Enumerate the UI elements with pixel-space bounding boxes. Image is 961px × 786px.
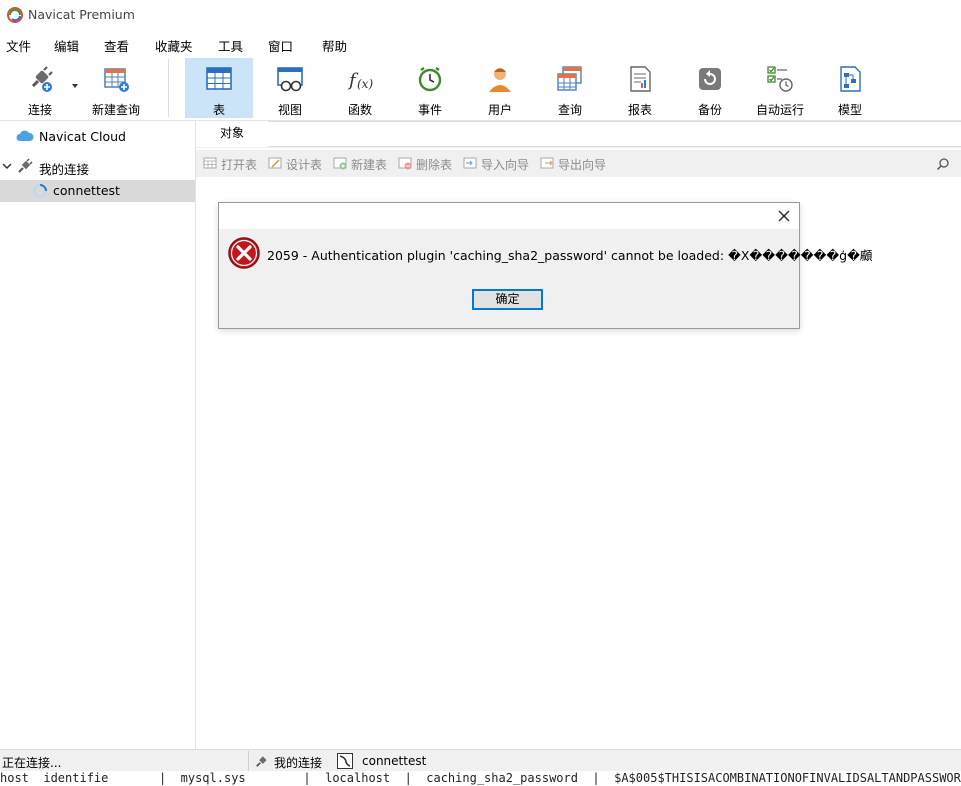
automation-icon — [767, 66, 793, 92]
new-query-label: 新建查询 — [91, 103, 140, 117]
svg-text:(x): (x) — [357, 77, 373, 91]
tree-item-my-connections[interactable]: 我的连接 — [0, 155, 195, 177]
new-table-icon — [333, 157, 347, 170]
window-title: Navicat Premium — [28, 7, 135, 22]
plug-icon — [256, 756, 267, 767]
cloud-icon — [16, 130, 34, 141]
table-icon — [206, 67, 232, 90]
export-icon — [540, 157, 554, 169]
model-label: 模型 — [837, 103, 862, 117]
plug-icon — [31, 66, 53, 92]
view-icon — [277, 67, 303, 92]
search-icon[interactable] — [936, 157, 950, 171]
object-toolbar: 打开表 设计表 新建表 删除表 导入向导 导出向导 — [196, 150, 961, 177]
connection-tree: Navicat Cloud 我的连接 connettest — [0, 121, 196, 749]
status-bar: 正在连接... 我的连接 connettest — [0, 749, 961, 772]
mysql-connection-icon — [337, 753, 353, 769]
error-message: 2059 - Authentication plugin 'caching_sh… — [267, 248, 873, 263]
menu-window[interactable]: 窗口 — [268, 36, 293, 55]
menu-tools[interactable]: 工具 — [218, 36, 243, 55]
toolbar-separator — [168, 59, 169, 117]
user-button[interactable]: 用户 — [466, 58, 534, 118]
tree-label-my-connections: 我的连接 — [39, 162, 90, 177]
menu-file[interactable]: 文件 — [6, 36, 31, 55]
status-separator — [248, 751, 249, 771]
event-label: 事件 — [417, 103, 442, 117]
table-button[interactable]: 表 — [185, 58, 253, 118]
console-output: host identifie | mysql.sys | localhost |… — [0, 771, 961, 786]
backup-icon — [699, 68, 721, 90]
query-button[interactable]: 查询 — [536, 58, 604, 118]
function-icon: f (x) — [347, 70, 373, 91]
automation-button[interactable]: 自动运行 — [746, 58, 814, 118]
view-label: 视图 — [277, 103, 302, 117]
tab-objects[interactable]: 对象 — [196, 121, 269, 147]
table-label: 表 — [212, 103, 225, 117]
model-button[interactable]: 模型 — [816, 58, 884, 118]
menu-bar: 文件 编辑 查看 收藏夹 工具 窗口 帮助 — [0, 31, 961, 55]
new-query-button[interactable]: 新建查询 — [82, 58, 150, 118]
user-label: 用户 — [487, 103, 512, 117]
clock-icon — [418, 67, 442, 92]
loading-spinner-icon — [33, 184, 47, 198]
ok-button[interactable]: 确定 — [472, 289, 543, 310]
tree-label-connettest: connettest — [53, 183, 120, 198]
status-connecting: 正在连接... — [2, 756, 62, 770]
error-icon — [228, 237, 260, 269]
tab-strip: 对象 — [196, 121, 961, 148]
tree-label-cloud: Navicat Cloud — [39, 129, 126, 144]
backup-label: 备份 — [697, 103, 722, 117]
navicat-logo-icon — [7, 7, 23, 23]
report-icon — [630, 66, 651, 92]
menu-edit[interactable]: 编辑 — [54, 36, 79, 55]
connect-button[interactable]: 连接 — [6, 58, 74, 118]
delete-table-icon — [398, 157, 412, 170]
menu-favorites[interactable]: 收藏夹 — [155, 36, 193, 55]
status-group: 我的连接 — [274, 756, 323, 770]
tree-item-connettest[interactable]: connettest — [0, 180, 195, 202]
dialog-title-bar — [219, 203, 799, 229]
connect-label: 连接 — [27, 103, 52, 117]
function-button[interactable]: f (x) 函数 — [326, 58, 394, 118]
connect-dropdown-arrow-icon[interactable] — [71, 83, 79, 89]
plug-icon — [18, 158, 33, 173]
close-icon[interactable] — [775, 207, 793, 225]
automation-label: 自动运行 — [755, 103, 804, 117]
error-dialog: 2059 - Authentication plugin 'caching_sh… — [218, 202, 872, 329]
new-query-icon — [104, 68, 129, 92]
event-button[interactable]: 事件 — [396, 58, 464, 118]
import-icon — [463, 157, 477, 169]
query-label: 查询 — [557, 103, 582, 117]
query-icon — [557, 66, 582, 91]
tab-strip-filler — [268, 121, 961, 147]
open-table-icon — [203, 157, 217, 169]
function-label: 函数 — [347, 103, 372, 117]
status-connection: connettest — [362, 754, 427, 768]
view-button[interactable]: 视图 — [256, 58, 324, 118]
main-toolbar: 连接 新建查询 表 视图 f (x) 函数 事件 用户 查询 报表 备份 自动运… — [0, 55, 961, 121]
report-label: 报表 — [627, 103, 652, 117]
tree-item-navicat-cloud[interactable]: Navicat Cloud — [0, 125, 195, 147]
title-bar: Navicat Premium — [0, 0, 961, 30]
chevron-down-icon[interactable] — [2, 162, 12, 170]
design-table-icon — [268, 157, 282, 169]
user-icon — [489, 68, 511, 92]
menu-help[interactable]: 帮助 — [322, 36, 347, 55]
report-button[interactable]: 报表 — [606, 58, 674, 118]
menu-view[interactable]: 查看 — [104, 36, 129, 55]
model-icon — [840, 66, 861, 92]
backup-button[interactable]: 备份 — [676, 58, 744, 118]
